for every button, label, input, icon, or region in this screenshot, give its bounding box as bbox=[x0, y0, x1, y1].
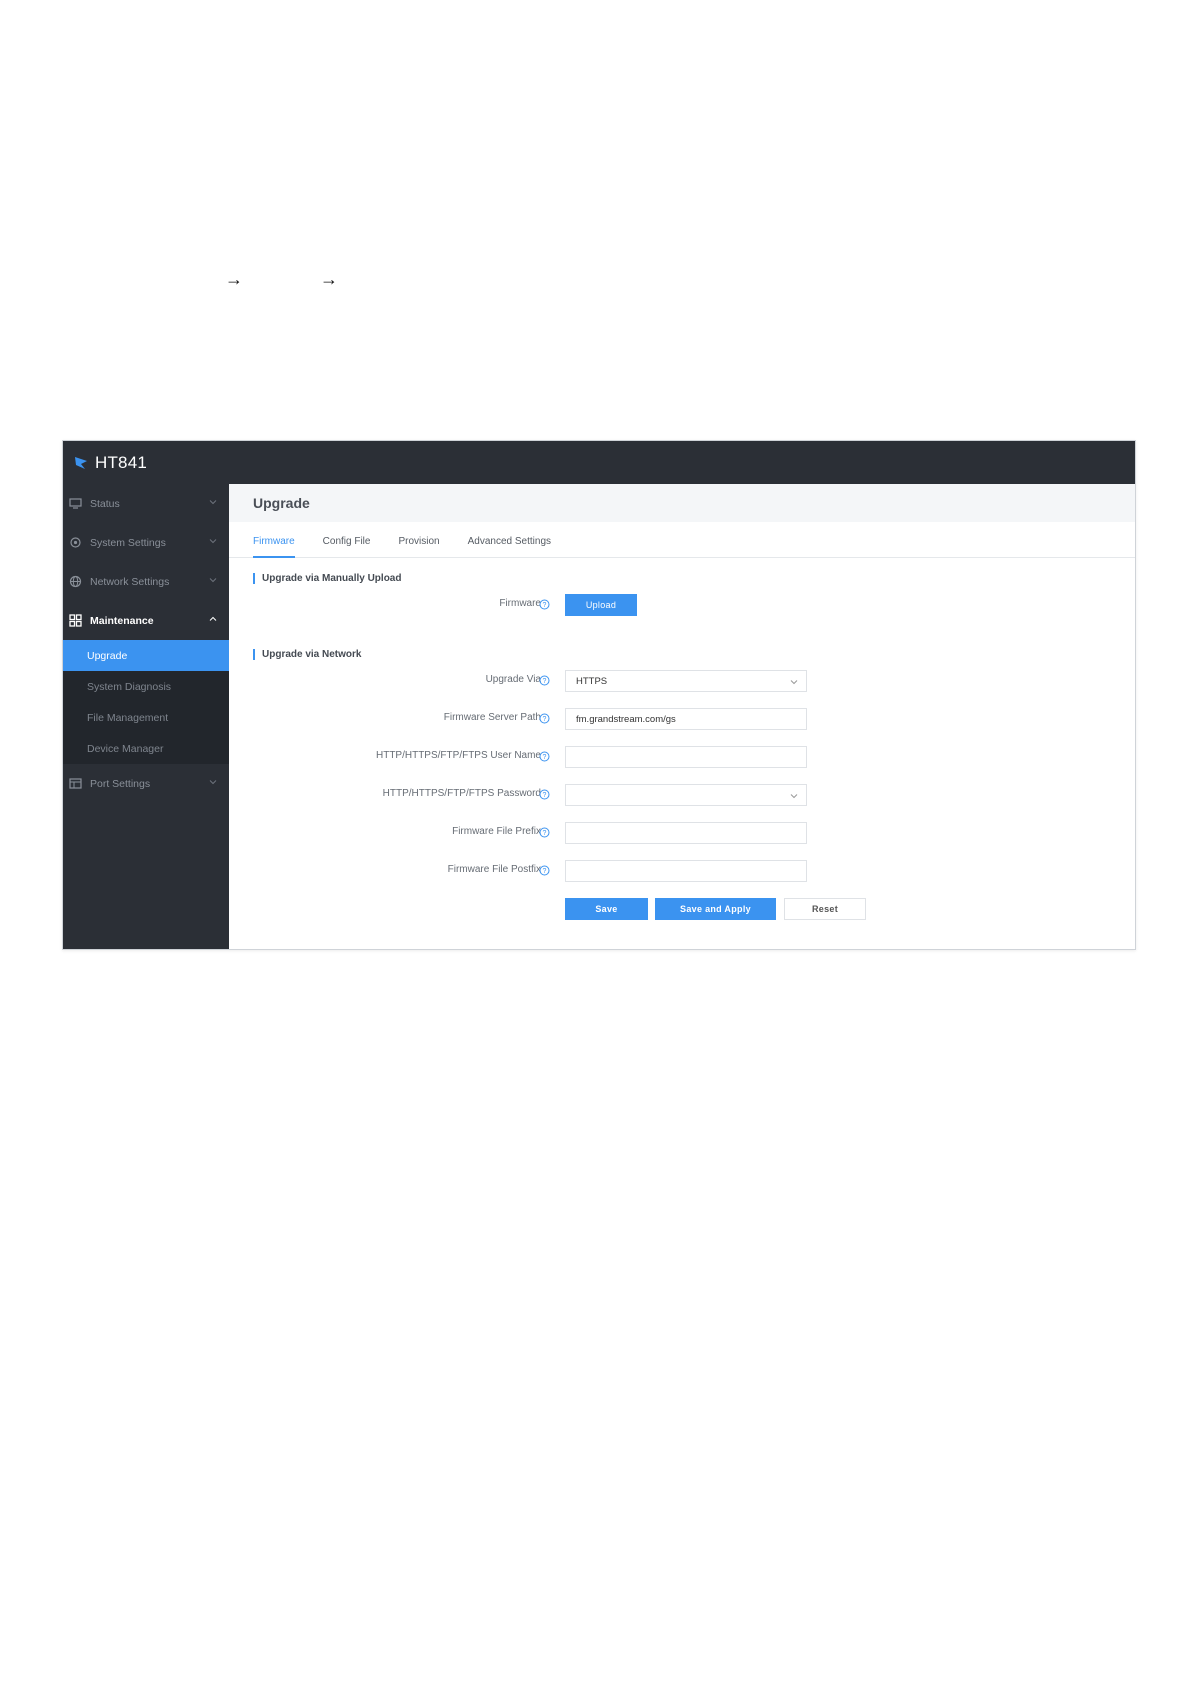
postfix-row: Firmware File Postfix ? bbox=[229, 860, 1135, 882]
chevron-down-icon bbox=[209, 500, 217, 505]
username-label: HTTP/HTTPS/FTP/FTPS User Name bbox=[375, 750, 541, 761]
username-row: HTTP/HTTPS/FTP/FTPS User Name ? bbox=[229, 746, 1135, 768]
upload-button[interactable]: Upload bbox=[565, 594, 637, 616]
help-circle-icon[interactable]: ? bbox=[539, 751, 550, 762]
svg-text:?: ? bbox=[543, 678, 547, 685]
globe-icon bbox=[69, 575, 82, 588]
upgrade-via-label: Upgrade Via bbox=[485, 674, 541, 685]
help-circle-icon[interactable]: ? bbox=[539, 713, 550, 724]
section-title-network: Upgrade via Network bbox=[253, 649, 361, 660]
maintenance-submenu: Upgrade System Diagnosis File Management… bbox=[63, 640, 229, 764]
postfix-input[interactable] bbox=[565, 860, 807, 882]
username-input[interactable] bbox=[565, 746, 807, 768]
password-field[interactable] bbox=[565, 784, 807, 806]
tab-config-file[interactable]: Config File bbox=[323, 536, 371, 557]
port-icon bbox=[69, 778, 82, 789]
postfix-label: Firmware File Postfix bbox=[447, 864, 541, 875]
chevron-up-icon bbox=[209, 616, 217, 621]
arrow-right-icon: → bbox=[225, 269, 243, 289]
sidebar-subitem-file-management[interactable]: File Management bbox=[63, 702, 229, 733]
sidebar-item-network-settings[interactable]: Network Settings bbox=[63, 562, 229, 601]
chevron-down-icon bbox=[209, 539, 217, 544]
page-title: Upgrade bbox=[229, 484, 1135, 522]
sidebar-item-label: Maintenance bbox=[90, 614, 154, 627]
password-label: HTTP/HTTPS/FTP/FTPS Password bbox=[382, 788, 541, 799]
help-circle-icon[interactable]: ? bbox=[539, 827, 550, 838]
server-path-label: Firmware Server Path bbox=[443, 712, 541, 723]
svg-text:?: ? bbox=[543, 754, 547, 761]
device-web-ui: HT841 Status System Settings Network Set… bbox=[62, 440, 1136, 950]
help-circle-icon[interactable]: ? bbox=[539, 865, 550, 876]
sidebar-subitem-system-diagnosis[interactable]: System Diagnosis bbox=[63, 671, 229, 702]
sidebar-item-label: Port Settings bbox=[90, 777, 151, 790]
sidebar-item-system-settings[interactable]: System Settings bbox=[63, 523, 229, 562]
sidebar-item-label: Network Settings bbox=[90, 575, 170, 588]
sidebar-item-port-settings[interactable]: Port Settings bbox=[63, 764, 229, 803]
help-circle-icon[interactable]: ? bbox=[539, 599, 550, 610]
server-path-row: Firmware Server Path ? bbox=[229, 708, 1135, 730]
top-bar: HT841 bbox=[63, 441, 1135, 484]
prefix-row: Firmware File Prefix ? bbox=[229, 822, 1135, 844]
grid-icon bbox=[69, 614, 82, 627]
svg-text:?: ? bbox=[543, 792, 547, 799]
tab-bar: Firmware Config File Provision Advanced … bbox=[229, 522, 1135, 558]
sidebar-subitem-upgrade[interactable]: Upgrade bbox=[63, 640, 229, 671]
sidebar: Status System Settings Network Settings … bbox=[63, 484, 229, 949]
chevron-down-icon bbox=[790, 680, 798, 685]
firmware-label: Firmware bbox=[499, 598, 541, 609]
tab-provision[interactable]: Provision bbox=[398, 536, 439, 557]
gear-icon bbox=[70, 537, 81, 548]
arrow-right-icon: → bbox=[320, 269, 338, 289]
save-button[interactable]: Save bbox=[565, 898, 648, 920]
save-and-apply-button[interactable]: Save and Apply bbox=[655, 898, 776, 920]
chevron-down-icon bbox=[209, 578, 217, 583]
tab-firmware[interactable]: Firmware bbox=[253, 536, 295, 558]
sidebar-subitem-device-manager[interactable]: Device Manager bbox=[63, 733, 229, 764]
brand-name: HT841 bbox=[95, 452, 148, 472]
main-panel: Upgrade Firmware Config File Provision A… bbox=[229, 484, 1135, 949]
prefix-label: Firmware File Prefix bbox=[452, 826, 541, 837]
section-title-manual-upload: Upgrade via Manually Upload bbox=[253, 573, 401, 584]
sidebar-item-label: Status bbox=[90, 497, 120, 510]
chevron-down-icon[interactable] bbox=[790, 792, 798, 800]
upgrade-via-row: Upgrade Via ? HTTPS bbox=[229, 670, 1135, 692]
help-circle-icon[interactable]: ? bbox=[539, 675, 550, 686]
tab-advanced-settings[interactable]: Advanced Settings bbox=[468, 536, 551, 557]
action-row: Save Save and Apply Reset bbox=[229, 898, 1135, 920]
monitor-icon bbox=[69, 498, 82, 509]
svg-text:?: ? bbox=[543, 868, 547, 875]
firmware-row: Firmware ? Upload bbox=[229, 594, 1135, 616]
upgrade-via-value: HTTPS bbox=[576, 675, 608, 687]
password-row: HTTP/HTTPS/FTP/FTPS Password ? bbox=[229, 784, 1135, 806]
help-circle-icon[interactable]: ? bbox=[539, 789, 550, 800]
svg-text:?: ? bbox=[543, 830, 547, 837]
upgrade-via-select[interactable]: HTTPS bbox=[565, 670, 807, 692]
chevron-down-icon bbox=[209, 780, 217, 785]
svg-text:?: ? bbox=[543, 716, 547, 723]
sidebar-item-label: System Settings bbox=[90, 536, 166, 549]
sidebar-item-maintenance[interactable]: Maintenance bbox=[63, 601, 229, 640]
svg-text:?: ? bbox=[543, 602, 547, 609]
sidebar-item-status[interactable]: Status bbox=[63, 484, 229, 523]
prefix-input[interactable] bbox=[565, 822, 807, 844]
server-path-input[interactable] bbox=[565, 708, 807, 730]
reset-button[interactable]: Reset bbox=[784, 898, 866, 920]
grandstream-logo-icon bbox=[75, 456, 87, 469]
